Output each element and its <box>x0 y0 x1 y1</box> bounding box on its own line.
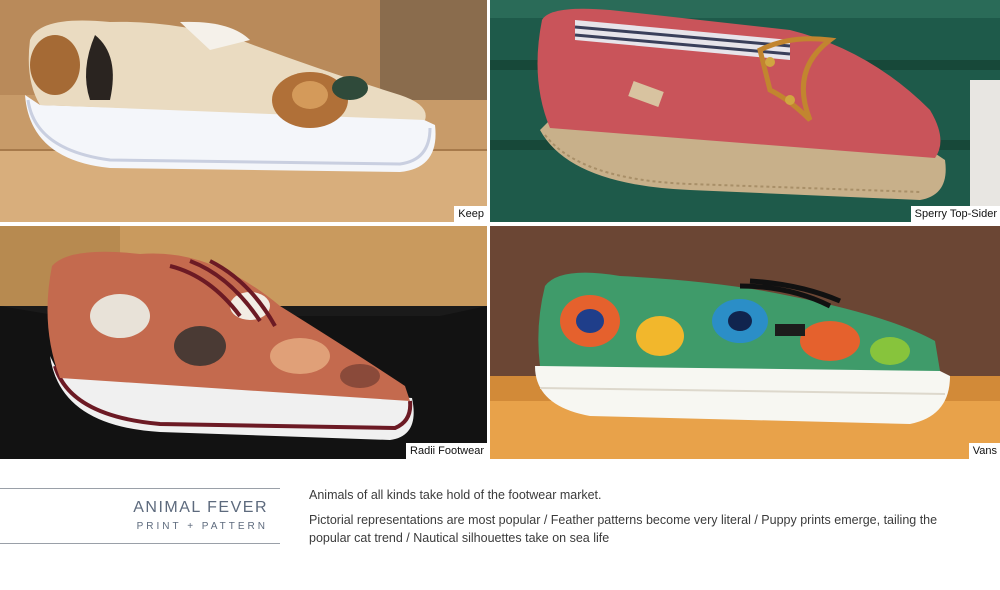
description-text: Animals of all kinds take hold of the fo… <box>309 486 969 554</box>
section-subtitle: PRINT + PATTERN <box>136 521 268 532</box>
section-label: ANIMAL FEVER PRINT + PATTERN <box>0 488 280 544</box>
photo-keep-shoe: Keep <box>0 0 487 222</box>
photo-caption-keep: Keep <box>454 206 487 222</box>
keep-shoe-illustration <box>0 0 487 222</box>
photo-sperry-shoe: Sperry Top-Sider <box>490 0 1000 222</box>
description-paragraph-2: Pictorial representations are most popul… <box>309 513 938 545</box>
radii-shoe-illustration <box>0 226 487 459</box>
photo-caption-radii: Radii Footwear <box>406 443 487 459</box>
photo-vans-shoe: Vans <box>490 226 1000 459</box>
photo-caption-sperry: Sperry Top-Sider <box>910 206 1000 222</box>
description-paragraph-1: Animals of all kinds take hold of the fo… <box>309 488 602 502</box>
sperry-shoe-illustration <box>490 0 1000 222</box>
vans-shoe-illustration <box>490 226 1000 459</box>
photo-caption-vans: Vans <box>968 443 1000 459</box>
section-title: ANIMAL FEVER <box>133 499 268 516</box>
photo-radii-shoe: Radii Footwear <box>0 226 487 459</box>
